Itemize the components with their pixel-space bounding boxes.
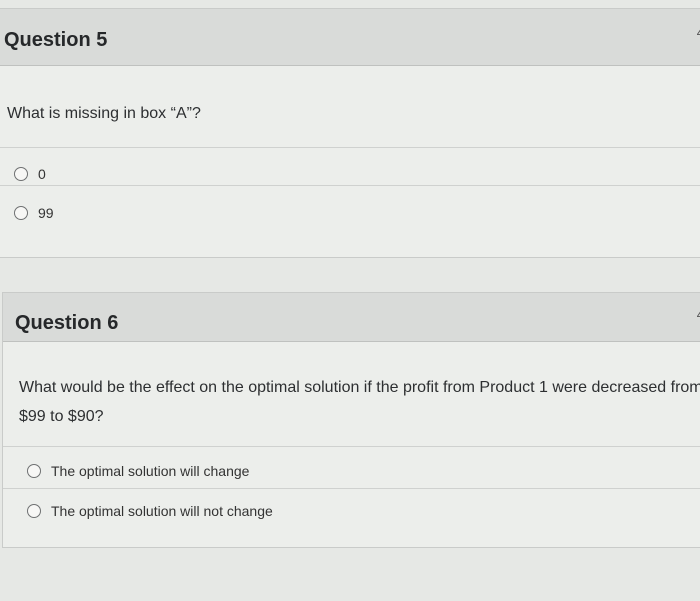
question-6-option-change[interactable]: The optimal solution will change (27, 463, 249, 479)
option-label: The optimal solution will not change (51, 503, 273, 519)
radio-button-icon[interactable] (14, 206, 28, 220)
answer-divider (0, 147, 700, 148)
option-label: 0 (38, 166, 46, 182)
question-5-title: Question 5 (4, 29, 108, 51)
answer-divider (3, 488, 700, 489)
radio-button-icon[interactable] (27, 504, 41, 518)
question-5-card: Question 5 4 What is missing in box “A”?… (0, 8, 700, 258)
question-6-text: What would be the effect on the optimal … (19, 379, 700, 425)
question-6-card: Question 6 4 What would be the effect on… (2, 292, 700, 548)
question-5-option-0[interactable]: 0 (14, 166, 46, 182)
question-5-header: Question 5 4 (0, 9, 700, 66)
option-label: 99 (38, 205, 54, 221)
question-6-title: Question 6 (15, 312, 119, 334)
answer-divider (3, 446, 700, 447)
question-5-text: What is missing in box “A”? (7, 105, 201, 122)
option-label: The optimal solution will change (51, 463, 250, 479)
question-6-option-no-change[interactable]: The optimal solution will not change (27, 503, 273, 519)
question-5-option-99[interactable]: 99 (14, 205, 54, 221)
radio-button-icon[interactable] (27, 464, 41, 478)
answer-divider (0, 185, 700, 186)
radio-button-icon[interactable] (14, 167, 28, 181)
question-6-header: Question 6 4 (3, 293, 700, 342)
